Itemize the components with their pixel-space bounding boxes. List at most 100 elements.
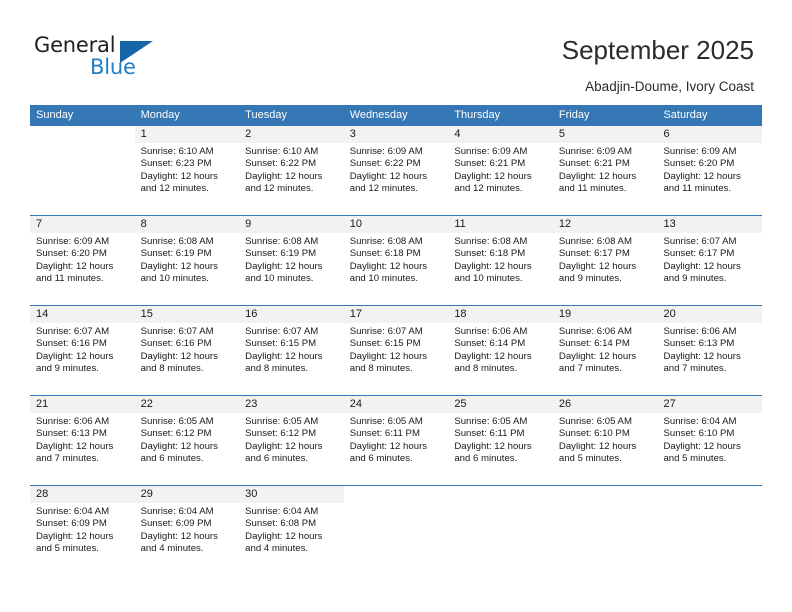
day-sunrise-text: Sunrise: 6:06 AM bbox=[36, 416, 110, 427]
calendar-week-row: 7 Sunrise: 6:09 AM Sunset: 6:20 PM Daylight… bbox=[30, 215, 763, 305]
day-sunrise-text: Sunrise: 6:05 AM bbox=[558, 416, 632, 427]
day-daylight-line1-text: Daylight: 12 hours bbox=[36, 530, 114, 542]
day-daylight-line1-text: Daylight: 12 hours bbox=[558, 170, 637, 182]
day-cell-2[interactable]: 2 Sunrise: 6:10 AM Sunset: 6:22 PM Daylight… bbox=[239, 126, 344, 215]
day-cell-3[interactable]: 3 Sunrise: 6:09 AM Sunset: 6:22 PM Daylight… bbox=[343, 126, 449, 215]
day-sunset-text: Sunset: 6:14 PM bbox=[558, 338, 630, 350]
day-sunset-text: Sunset: 6:15 PM bbox=[245, 338, 317, 350]
day-cell-15[interactable]: 15 Sunrise: 6:07 AM Sunset: 6:16 PM Dayligh… bbox=[134, 306, 240, 395]
day-cell-8[interactable]: 8 Sunrise: 6:08 AM Sunset: 6:19 PM Daylight… bbox=[134, 216, 240, 305]
calendar-weeks: 1 Sunrise: 6:10 AM Sunset: 6:23 PM Daylight… bbox=[30, 126, 763, 575]
day-number bbox=[30, 126, 135, 143]
day-daylight-line2-text: and 8 minutes. bbox=[140, 362, 204, 374]
day-cell-25[interactable]: 25 Sunrise: 6:05 AM Sunset: 6:11 PM Dayligh… bbox=[448, 396, 553, 485]
day-daylight-line1-text: Daylight: 12 hours bbox=[245, 440, 323, 452]
day-daylight-line2-text: and 12 minutes. bbox=[349, 182, 419, 194]
day-details: Sunrise: 6:07 AM Sunset: 6:16 PM Daylight:… bbox=[30, 323, 135, 375]
day-sunrise-text: Sunrise: 6:07 AM bbox=[36, 326, 110, 337]
day-sunrise-text: Sunrise: 6:07 AM bbox=[349, 326, 423, 337]
day-sunset-text: Sunset: 6:18 PM bbox=[454, 248, 526, 260]
day-number: 25 bbox=[448, 396, 553, 413]
day-number: 22 bbox=[134, 396, 240, 413]
day-number: 19 bbox=[552, 306, 658, 323]
day-cell-9[interactable]: 9 Sunrise: 6:08 AM Sunset: 6:19 PM Daylight… bbox=[239, 216, 344, 305]
day-daylight-line2-text: and 8 minutes. bbox=[245, 362, 309, 374]
day-sunrise-text: Sunrise: 6:08 AM bbox=[245, 236, 319, 247]
day-sunset-text: Sunset: 6:16 PM bbox=[140, 338, 212, 350]
day-cell-18[interactable]: 18 Sunrise: 6:06 AM Sunset: 6:14 PM Dayligh… bbox=[448, 306, 553, 395]
day-sunset-text: Sunset: 6:19 PM bbox=[245, 248, 317, 260]
day-cell-7[interactable]: 7 Sunrise: 6:09 AM Sunset: 6:20 PM Daylight… bbox=[30, 216, 135, 305]
day-sunrise-text: Sunrise: 6:07 AM bbox=[245, 326, 319, 337]
day-daylight-line1-text: Daylight: 12 hours bbox=[36, 260, 114, 272]
day-daylight-line1-text: Daylight: 12 hours bbox=[663, 260, 741, 272]
day-sunset-text: Sunset: 6:17 PM bbox=[558, 248, 630, 260]
day-sunrise-text: Sunrise: 6:07 AM bbox=[663, 236, 737, 247]
day-sunrise-text: Sunrise: 6:05 AM bbox=[140, 416, 214, 427]
day-details: Sunrise: 6:06 AM Sunset: 6:14 PM Daylight:… bbox=[553, 323, 658, 375]
day-daylight-line1-text: Daylight: 12 hours bbox=[140, 350, 218, 362]
day-cell-4[interactable]: 4 Sunrise: 6:09 AM Sunset: 6:21 PM Daylight… bbox=[448, 126, 553, 215]
day-cell-29[interactable]: 29 Sunrise: 6:04 AM Sunset: 6:09 PM Dayligh… bbox=[134, 486, 240, 575]
day-cell-16[interactable]: 16 Sunrise: 6:07 AM Sunset: 6:15 PM Dayligh… bbox=[239, 306, 344, 395]
day-sunset-text: Sunset: 6:22 PM bbox=[245, 158, 317, 170]
day-sunset-text: Sunset: 6:12 PM bbox=[245, 428, 317, 440]
day-cell-19[interactable]: 19 Sunrise: 6:06 AM Sunset: 6:14 PM Dayligh… bbox=[552, 306, 658, 395]
day-cell-22[interactable]: 22 Sunrise: 6:05 AM Sunset: 6:12 PM Dayligh… bbox=[134, 396, 240, 485]
day-cell-11[interactable]: 11 Sunrise: 6:08 AM Sunset: 6:18 PM Dayligh… bbox=[448, 216, 553, 305]
day-daylight-line1-text: Daylight: 12 hours bbox=[349, 260, 428, 272]
day-daylight-line1-text: Daylight: 12 hours bbox=[558, 350, 637, 362]
day-sunrise-text: Sunrise: 6:04 AM bbox=[663, 416, 737, 427]
day-cell-27[interactable]: 27 Sunrise: 6:04 AM Sunset: 6:10 PM Dayligh… bbox=[657, 396, 763, 485]
day-sunrise-text: Sunrise: 6:08 AM bbox=[140, 236, 214, 247]
weekday-header-monday: Monday bbox=[140, 109, 180, 121]
day-cell-12[interactable]: 12 Sunrise: 6:08 AM Sunset: 6:17 PM Dayligh… bbox=[552, 216, 658, 305]
day-daylight-line1-text: Daylight: 12 hours bbox=[36, 350, 114, 362]
day-cell-28[interactable]: 28 Sunrise: 6:04 AM Sunset: 6:09 PM Dayligh… bbox=[30, 486, 135, 575]
day-sunset-text: Sunset: 6:11 PM bbox=[454, 428, 525, 440]
day-daylight-line2-text: and 7 minutes. bbox=[36, 452, 99, 464]
day-number: 30 bbox=[239, 486, 344, 503]
day-cell-26[interactable]: 26 Sunrise: 6:05 AM Sunset: 6:10 PM Dayligh… bbox=[552, 396, 658, 485]
day-cell-24[interactable]: 24 Sunrise: 6:05 AM Sunset: 6:11 PM Dayligh… bbox=[343, 396, 449, 485]
day-cell-17[interactable]: 17 Sunrise: 6:07 AM Sunset: 6:15 PM Dayligh… bbox=[343, 306, 449, 395]
day-daylight-line1-text: Daylight: 12 hours bbox=[140, 440, 218, 452]
day-daylight-line1-text: Daylight: 12 hours bbox=[245, 170, 323, 182]
day-cell-5[interactable]: 5 Sunrise: 6:09 AM Sunset: 6:21 PM Daylight… bbox=[552, 126, 658, 215]
day-cell-13[interactable]: 13 Sunrise: 6:07 AM Sunset: 6:17 PM Dayligh… bbox=[657, 216, 763, 305]
weekday-header-sunday: Sunday bbox=[36, 109, 74, 121]
day-cell-10[interactable]: 10 Sunrise: 6:08 AM Sunset: 6:18 PM Dayligh… bbox=[343, 216, 449, 305]
day-sunrise-text: Sunrise: 6:04 AM bbox=[36, 506, 110, 517]
day-sunrise-text: Sunrise: 6:04 AM bbox=[140, 506, 214, 517]
day-details: Sunrise: 6:05 AM Sunset: 6:11 PM Daylight:… bbox=[448, 413, 553, 465]
day-sunrise-text: Sunrise: 6:10 AM bbox=[245, 146, 319, 157]
day-sunset-text: Sunset: 6:11 PM bbox=[349, 428, 420, 440]
day-cell-1[interactable]: 1 Sunrise: 6:10 AM Sunset: 6:23 PM Daylight… bbox=[134, 126, 240, 215]
day-number: 24 bbox=[343, 396, 449, 413]
day-cell-14[interactable]: 14 Sunrise: 6:07 AM Sunset: 6:16 PM Dayligh… bbox=[30, 306, 135, 395]
general-blue-logo[interactable]: General Blue bbox=[34, 33, 214, 85]
page-title: September 2025 bbox=[561, 35, 754, 65]
day-details: Sunrise: 6:08 AM Sunset: 6:18 PM Daylight:… bbox=[344, 233, 449, 285]
day-cell-20[interactable]: 20 Sunrise: 6:06 AM Sunset: 6:13 PM Dayligh… bbox=[657, 306, 763, 395]
day-details bbox=[657, 503, 762, 506]
day-sunrise-text: Sunrise: 6:07 AM bbox=[140, 326, 214, 337]
day-cell-21[interactable]: 21 Sunrise: 6:06 AM Sunset: 6:13 PM Dayligh… bbox=[30, 396, 135, 485]
day-details: Sunrise: 6:06 AM Sunset: 6:13 PM Daylight:… bbox=[30, 413, 135, 465]
day-daylight-line1-text: Daylight: 12 hours bbox=[663, 440, 741, 452]
day-details: Sunrise: 6:07 AM Sunset: 6:16 PM Daylight:… bbox=[135, 323, 240, 375]
day-daylight-line1-text: Daylight: 12 hours bbox=[663, 350, 741, 362]
day-cell-empty bbox=[30, 126, 135, 215]
day-details: Sunrise: 6:10 AM Sunset: 6:23 PM Daylight:… bbox=[135, 143, 240, 195]
day-sunrise-text: Sunrise: 6:04 AM bbox=[245, 506, 319, 517]
day-daylight-line2-text: and 8 minutes. bbox=[454, 362, 518, 374]
day-sunrise-text: Sunrise: 6:08 AM bbox=[454, 236, 528, 247]
day-number: 12 bbox=[552, 216, 658, 233]
day-cell-23[interactable]: 23 Sunrise: 6:05 AM Sunset: 6:12 PM Dayligh… bbox=[239, 396, 344, 485]
day-daylight-line2-text: and 9 minutes. bbox=[36, 362, 99, 374]
day-number: 17 bbox=[343, 306, 449, 323]
day-cell-30[interactable]: 30 Sunrise: 6:04 AM Sunset: 6:08 PM Dayligh… bbox=[239, 486, 344, 575]
day-number: 7 bbox=[30, 216, 135, 233]
weekday-header-wednesday: Wednesday bbox=[349, 109, 408, 121]
day-cell-6[interactable]: 6 Sunrise: 6:09 AM Sunset: 6:20 PM Daylight… bbox=[657, 126, 763, 215]
